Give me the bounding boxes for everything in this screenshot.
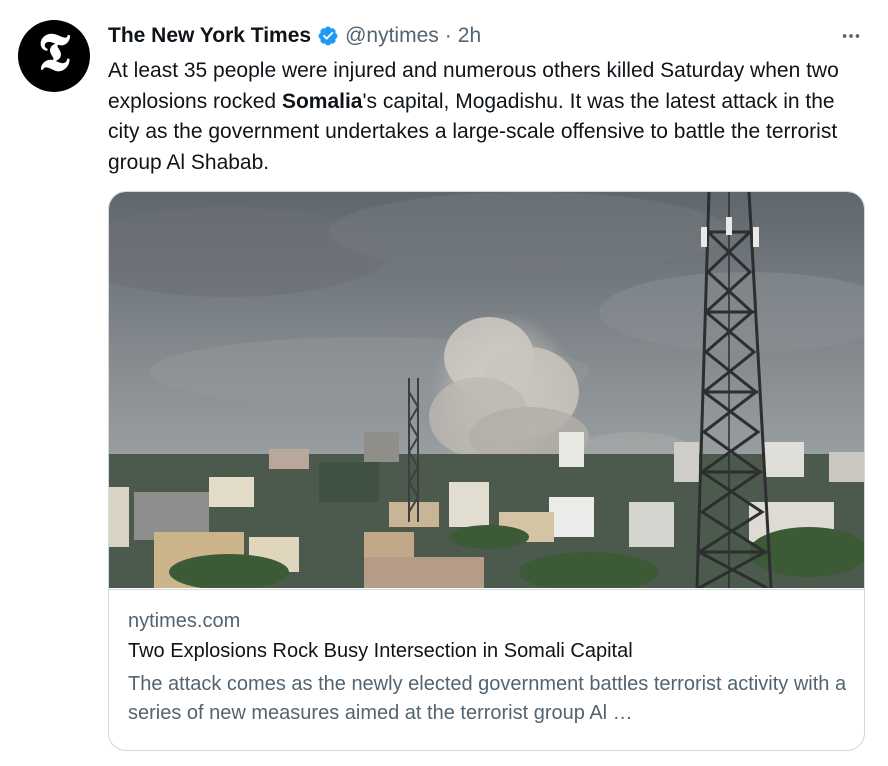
link-preview-card[interactable]: nytimes.com Two Explosions Rock Busy Int…: [108, 191, 865, 751]
card-domain: nytimes.com: [128, 610, 241, 632]
more-options-button[interactable]: [836, 22, 866, 50]
author-name[interactable]: The New York Times: [108, 24, 311, 48]
nyt-logo-glyph: 𝕿: [38, 25, 70, 82]
card-description: The attack comes as the newly elected go…: [128, 673, 847, 724]
card-body: nytimes.com Two Explosions Rock Busy Int…: [109, 589, 864, 724]
timestamp[interactable]: 2h: [458, 24, 481, 48]
author-handle[interactable]: @nytimes: [345, 24, 439, 48]
avatar[interactable]: 𝕿: [18, 20, 90, 92]
tweet-text-bold: Somalia: [281, 89, 363, 113]
tweet-text: At least 35 people were injured and nume…: [108, 56, 868, 178]
verified-badge-icon: [318, 26, 338, 46]
tweet-header: The New York Times @nytimes · 2h: [108, 22, 481, 50]
separator-dot: ·: [444, 24, 452, 47]
card-image: [109, 192, 864, 588]
more-horizontal-icon: [842, 34, 860, 38]
card-title: Two Explosions Rock Busy Intersection in…: [128, 640, 633, 662]
